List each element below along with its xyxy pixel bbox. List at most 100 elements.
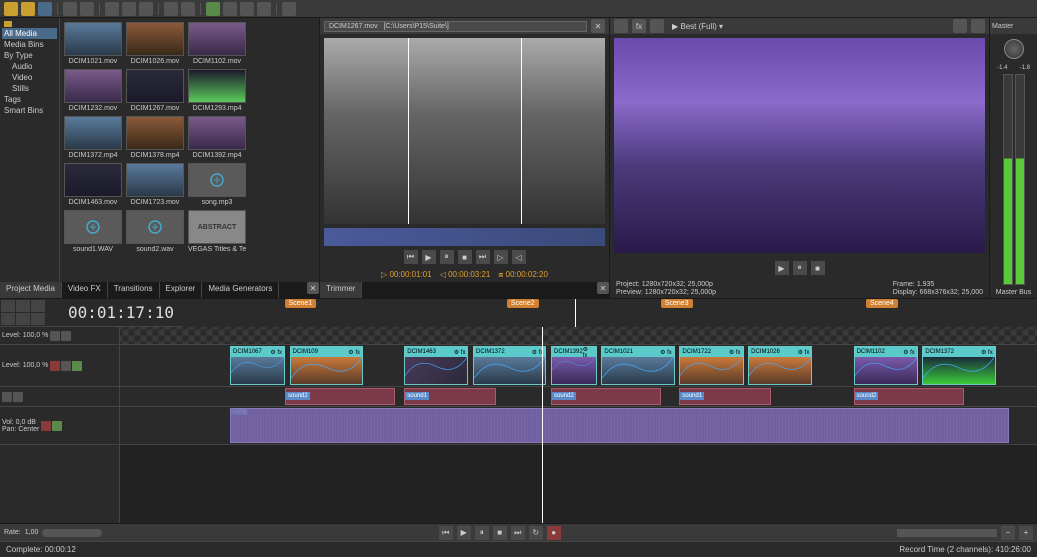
tree-item[interactable]: Media Bins (2, 39, 57, 50)
video-clip[interactable]: DCIM1372⚙ fx (473, 346, 546, 385)
zoom-in-icon[interactable]: + (1019, 526, 1033, 540)
video-clip[interactable]: DCIM109⚙ fx (290, 346, 363, 385)
preview-fx-icon[interactable]: fx (632, 19, 646, 33)
preview-overlay-icon[interactable] (953, 19, 967, 33)
video-clip[interactable]: DCIM1102⚙ fx (854, 346, 918, 385)
redo-icon[interactable] (181, 2, 195, 16)
trimmer-out-icon[interactable]: ◁ (512, 250, 526, 264)
trimmer-next-icon[interactable]: ⏭ (476, 250, 490, 264)
preview-ext-icon[interactable] (614, 19, 628, 33)
preview-pause-icon[interactable]: ⏸ (793, 261, 807, 275)
track4-auto-icon[interactable] (52, 421, 62, 431)
video-clip[interactable]: DCIM1026⚙ fx (748, 346, 812, 385)
video-clip[interactable]: DCIM1372⚙ fx (922, 346, 995, 385)
paste-icon[interactable] (139, 2, 153, 16)
snap-icon[interactable] (206, 2, 220, 16)
tl-tool-5[interactable] (16, 313, 30, 325)
trimmer-tab[interactable]: Trimmer (320, 282, 362, 298)
audio-clip[interactable]: sound2 (854, 388, 964, 405)
track-lane-1[interactable] (120, 327, 1037, 345)
cut-icon[interactable] (105, 2, 119, 16)
media-item[interactable]: sound2.wav (126, 210, 184, 253)
media-tab[interactable]: Explorer (160, 282, 203, 298)
trimmer-in-icon[interactable]: ▷ (494, 250, 508, 264)
audio-clip[interactable]: sound1 (404, 388, 496, 405)
track-lane-3[interactable]: sound2 sound1 sound2 sound1 sound2 (120, 387, 1037, 407)
media-item[interactable]: DCIM1021.mov (64, 22, 122, 65)
media-item[interactable]: song.mp3 (188, 163, 246, 206)
ripple-icon[interactable] (223, 2, 237, 16)
preview-stop-icon[interactable]: ■ (811, 261, 825, 275)
media-item[interactable]: sound1.WAV (64, 210, 122, 253)
help-icon[interactable] (282, 2, 296, 16)
track-auto-icon[interactable] (72, 361, 82, 371)
tree-item[interactable]: All Media (2, 28, 57, 39)
copy-icon[interactable] (122, 2, 136, 16)
media-item[interactable]: DCIM1372.mp4 (64, 116, 122, 159)
tree-item[interactable]: Smart Bins (2, 105, 57, 116)
rate-slider[interactable] (42, 529, 102, 537)
waveform-clip[interactable]: song (230, 408, 1009, 443)
timeline-ruler[interactable]: Scene1 Scene2 Scene3 Scene4 (182, 299, 1037, 327)
file-icon[interactable] (4, 2, 18, 16)
track-mute-icon[interactable] (50, 331, 60, 341)
video-clip[interactable]: DCIM1067⚙ fx (230, 346, 285, 385)
save-icon[interactable] (38, 2, 52, 16)
track-lane-4[interactable]: song (120, 407, 1037, 445)
track-solo-icon[interactable] (61, 331, 71, 341)
track4-rec-icon[interactable] (41, 421, 51, 431)
media-tabs-close-icon[interactable]: ✕ (307, 282, 319, 294)
tl-pause-icon[interactable]: ⏸ (475, 526, 489, 540)
track-header-1[interactable]: Level: 100,0 % (0, 327, 119, 345)
autocross-icon[interactable] (240, 2, 254, 16)
media-tab[interactable]: Media Generators (202, 282, 279, 298)
track-fx-icon[interactable] (61, 361, 71, 371)
media-item[interactable]: DCIM1723.mov (126, 163, 184, 206)
props-icon[interactable] (80, 2, 94, 16)
tl-goto-end-icon[interactable]: ⏭ (511, 526, 525, 540)
video-clip[interactable]: DCIM1392⚙ fx (551, 346, 597, 385)
media-item[interactable]: DCIM1026.mov (126, 22, 184, 65)
media-tab[interactable]: Transitions (108, 282, 160, 298)
tl-stop-icon[interactable]: ■ (493, 526, 507, 540)
tree-item[interactable]: Tags (2, 94, 57, 105)
preview-display[interactable] (614, 38, 985, 253)
zoom-out-icon[interactable]: − (1001, 526, 1015, 540)
tl-record-icon[interactable]: ● (547, 526, 561, 540)
track-header-4[interactable]: Vol: 0,0 dB Pan: Center (0, 407, 119, 445)
tl-tool-3[interactable] (31, 300, 45, 312)
timeline-timecode[interactable]: 00:01:17:10 (60, 303, 182, 322)
tree-item[interactable]: Video (2, 72, 57, 83)
media-item[interactable]: DCIM1378.mp4 (126, 116, 184, 159)
media-item[interactable]: DCIM1102.mov (188, 22, 246, 65)
preview-play-icon[interactable]: ▶ (775, 261, 789, 275)
render-icon[interactable] (63, 2, 77, 16)
media-item[interactable]: DCIM1392.mp4 (188, 116, 246, 159)
tl-tool-4[interactable] (1, 313, 15, 325)
master-fader-knob[interactable] (1004, 39, 1024, 59)
media-tab[interactable]: Video FX (62, 282, 108, 298)
trimmer-filename[interactable]: DCIM1267.mov [C:\Users\P15\Suite\] (324, 21, 587, 32)
tree-item[interactable]: By Type (2, 50, 57, 61)
timeline-marker[interactable]: Scene3 (661, 299, 693, 308)
audio-clip[interactable]: sound1 (679, 388, 771, 405)
trimmer-play-icon[interactable]: ▶ (422, 250, 436, 264)
track3-solo-icon[interactable] (13, 392, 23, 402)
audio-clip[interactable]: sound2 (551, 388, 661, 405)
preview-split-icon[interactable] (650, 19, 664, 33)
track-header-3[interactable] (0, 387, 119, 407)
media-item[interactable]: DCIM1232.mov (64, 69, 122, 112)
trimmer-prev-icon[interactable]: ⏮ (404, 250, 418, 264)
media-item[interactable]: ABSTRACTVEGAS Titles & Text abstract (188, 210, 246, 253)
preview-safe-icon[interactable] (971, 19, 985, 33)
tree-item[interactable]: Audio (2, 61, 57, 72)
timeline-marker[interactable]: Scene2 (507, 299, 539, 308)
tl-tool-1[interactable] (1, 300, 15, 312)
timeline-marker[interactable]: Scene4 (866, 299, 898, 308)
track-header-2[interactable]: Level: 100,0 % (0, 345, 119, 387)
trimmer-close-icon[interactable]: ✕ (591, 19, 605, 33)
video-clip[interactable]: DCIM1463⚙ fx (404, 346, 468, 385)
audio-clip[interactable]: sound2 (285, 388, 395, 405)
tl-tool-6[interactable] (31, 313, 45, 325)
timeline-marker[interactable]: Scene1 (285, 299, 317, 308)
